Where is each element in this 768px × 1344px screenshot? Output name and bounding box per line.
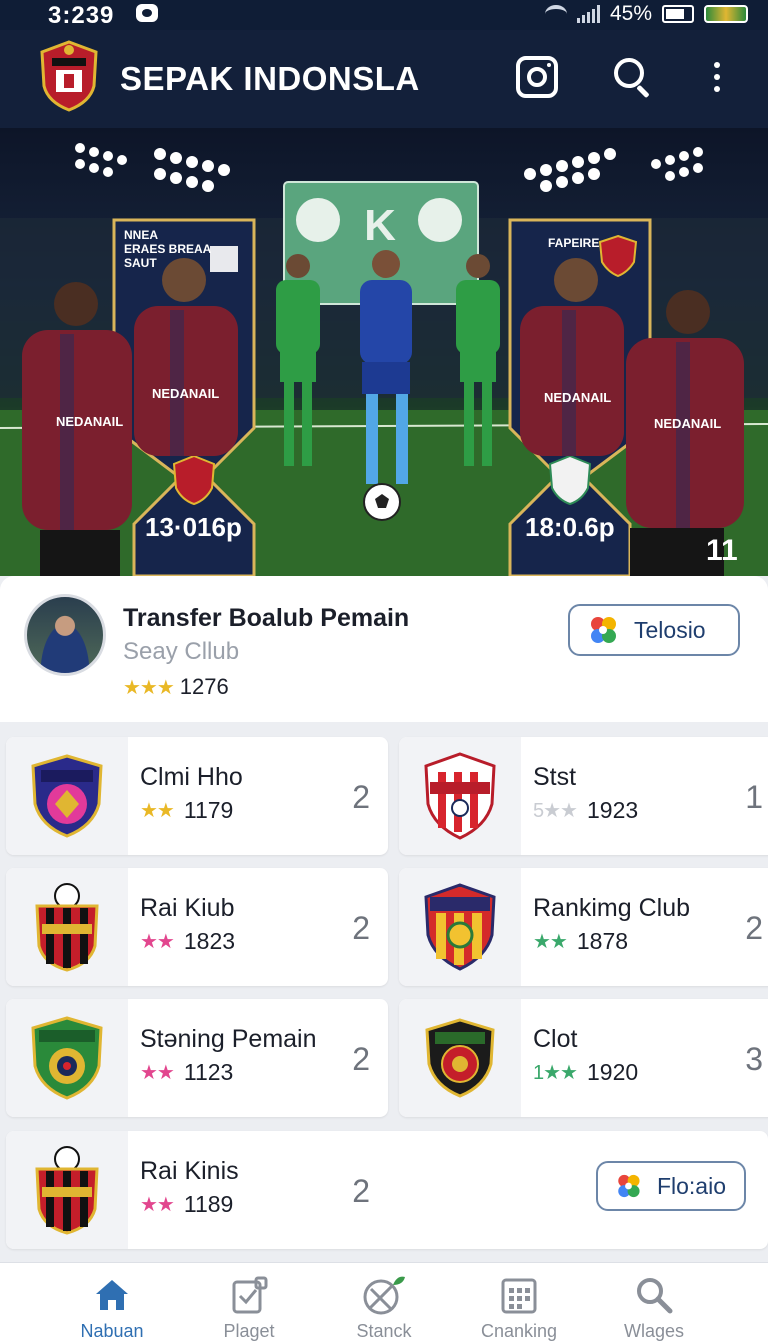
club-rank: 3 <box>745 1041 763 1077</box>
club-name: Stst <box>533 763 577 791</box>
club-rank: 1 <box>745 779 763 815</box>
nav-item-wlages[interactable]: Wlages <box>594 1275 714 1342</box>
star-rating-icon: 1★★ <box>533 1062 578 1084</box>
notification-icon <box>136 4 158 22</box>
nav-label: Nabuan <box>80 1321 144 1341</box>
svg-text:K: K <box>364 201 396 250</box>
hero-right-score: 18:0.6p <box>525 512 615 542</box>
club-rank: 2 <box>352 910 370 946</box>
profile-card: Transfer Boalub Pemain Seay Cllub ★★★ 12… <box>0 576 768 722</box>
club-card-stening-pemain[interactable]: Stǝning Pemain ★★ 1123 2 <box>6 999 388 1117</box>
club-rating: 1123 <box>183 1059 234 1085</box>
bottom-navigation: Nabuan Plaget Stanck Cnanking Wlages <box>0 1262 768 1344</box>
more-menu-icon[interactable] <box>696 56 738 98</box>
nav-label: Cnanking <box>480 1321 558 1341</box>
charging-icon <box>704 5 748 23</box>
club-rank: 2 <box>352 1173 370 1209</box>
hero-illustration: K NEDANAIL NEDANAIL NEDANAIL NEDANAIL <box>0 143 768 576</box>
club-rating: 1179 <box>183 797 234 823</box>
signal-icon <box>576 5 600 23</box>
club-card-rai-kinis[interactable]: Rai Kinis ★★ 1189 2 Flo:aio <box>6 1131 768 1249</box>
nav-item-stanck[interactable]: Stanck <box>324 1275 444 1342</box>
club-crest-icon <box>424 752 496 840</box>
club-rating: 1823 <box>183 928 236 954</box>
app-bar: SEPAK INDONSLA <box>0 30 768 128</box>
star-rating-icon: ★★ <box>533 931 568 953</box>
hero-banner: K NEDANAIL NEDANAIL NEDANAIL NEDANAIL NN… <box>0 128 768 576</box>
battery-icon <box>662 5 694 23</box>
club-rating: 1920 <box>586 1059 639 1085</box>
club-card-clmi-hho[interactable]: Clmi Hho ★★ 1179 2 <box>6 737 388 855</box>
club-crest-icon <box>31 754 103 838</box>
profile-rating: ★★★ 1276 <box>123 674 229 700</box>
club-crest-icon <box>35 883 99 972</box>
ball-icon <box>363 1276 405 1315</box>
profile-title: Transfer Boalub Pemain <box>123 604 410 632</box>
telosio-button[interactable]: Telosio <box>568 604 740 656</box>
clipboard-icon <box>232 1276 268 1314</box>
club-name: Clot <box>533 1025 578 1053</box>
hero-right-panel-text: FAPEIRE <box>548 236 600 250</box>
star-rating-icon: 5★★ <box>533 800 578 822</box>
svg-text:NEDANAIL: NEDANAIL <box>544 390 611 405</box>
floaio-button[interactable]: Flo:aio <box>596 1161 746 1211</box>
club-name: Stǝning Pemain <box>140 1025 317 1053</box>
star-rating-icon: ★★★ <box>123 676 175 699</box>
svg-text:NEDANAIL: NEDANAIL <box>56 414 123 429</box>
battery-percent: 45% <box>609 2 652 25</box>
status-bar: 3:239 45% <box>0 0 768 30</box>
hero-left-panel-text: NNEA ERAES BREAA SAUT <box>124 228 212 270</box>
club-name: Rai Kinis <box>140 1157 239 1185</box>
club-card-rai-kiub[interactable]: Rai Kiub ★★ 1823 2 <box>6 868 388 986</box>
search-icon[interactable] <box>612 56 654 98</box>
club-rating: 1923 <box>586 797 639 823</box>
club-name: Clmi Hho <box>140 763 243 791</box>
search-icon <box>637 1278 673 1314</box>
nav-label: Stanck <box>356 1321 412 1341</box>
pinwheel-icon <box>618 1174 640 1198</box>
club-rank: 2 <box>745 910 763 946</box>
club-rank: 2 <box>352 779 370 815</box>
star-rating-icon: ★★ <box>140 1062 175 1084</box>
svg-text:NEDANAIL: NEDANAIL <box>654 416 721 431</box>
club-crest-icon <box>424 883 496 971</box>
nav-label: Wlages <box>623 1321 685 1341</box>
status-time: 3:239 <box>48 2 115 29</box>
club-rating: 1189 <box>183 1191 234 1217</box>
jersey-number: 11 <box>706 534 738 567</box>
club-name: Rai Kiub <box>140 894 235 922</box>
club-card-rankimg-club[interactable]: Rankimg Club ★★ 1878 2 <box>399 868 768 986</box>
home-icon <box>96 1280 128 1310</box>
club-rank: 2 <box>352 1041 370 1077</box>
club-crest-icon <box>31 1016 103 1100</box>
floaio-button-label: Flo:aio <box>656 1172 726 1199</box>
svg-text:NEDANAIL: NEDANAIL <box>152 386 219 401</box>
club-rating: 1878 <box>576 928 629 954</box>
club-name: Rankimg Club <box>533 894 691 922</box>
club-card-clot[interactable]: Clot 1★★ 1920 3 <box>399 999 768 1117</box>
star-rating-icon: ★★ <box>140 800 175 822</box>
calendar-icon <box>501 1278 537 1314</box>
wifi-icon <box>544 5 567 23</box>
nav-label: Plaget <box>223 1321 275 1341</box>
nav-item-cnanking[interactable]: Cnanking <box>459 1275 579 1342</box>
telosio-button-label: Telosio <box>634 616 706 643</box>
club-crest-icon <box>35 1146 99 1235</box>
avatar[interactable] <box>24 594 106 676</box>
instagram-icon[interactable] <box>516 56 558 98</box>
club-crest-icon <box>425 1018 495 1098</box>
nav-item-plaget[interactable]: Plaget <box>189 1275 309 1342</box>
pinwheel-icon <box>591 617 616 643</box>
club-card-stst[interactable]: Stst 5★★ 1923 1 <box>399 737 768 855</box>
star-rating-icon: ★★ <box>140 931 175 953</box>
star-rating-icon: ★★ <box>140 1194 175 1216</box>
app-logo-icon[interactable] <box>38 40 100 112</box>
hero-left-score: 13·016p <box>145 512 242 542</box>
profile-subtitle: Seay Cllub <box>123 638 240 665</box>
nav-item-nabuan[interactable]: Nabuan <box>52 1275 172 1342</box>
profile-rating-value: 1276 <box>179 674 229 699</box>
app-title: SEPAK INDONSLA <box>120 60 420 97</box>
